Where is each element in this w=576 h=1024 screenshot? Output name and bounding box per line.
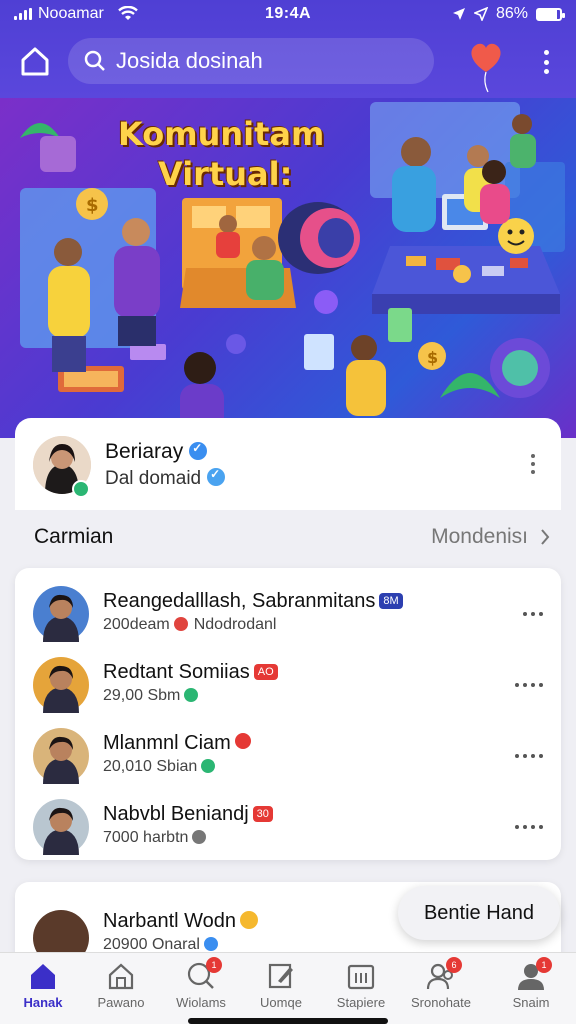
notification-badge: 6 [446, 957, 462, 973]
navigation-icon [473, 7, 488, 21]
more-horizontal-icon[interactable] [523, 612, 543, 616]
notification-badge: 1 [206, 957, 222, 973]
avatar[interactable] [33, 586, 89, 642]
profile-card[interactable]: Beriaray Dal domaid [15, 418, 561, 510]
person-avatar-icon [43, 736, 79, 784]
tab-home[interactable]: Hanak [2, 959, 84, 1019]
status-bar: Nooamar 19:4A 86% [0, 0, 576, 28]
verified-icon [203, 937, 218, 951]
tab-search-chat[interactable]: 1 Wiolams [160, 957, 242, 1019]
tab-label: Wiolams [176, 995, 226, 1010]
top-header: Nooamar 19:4A 86% Josida dosinah [0, 0, 576, 98]
verified-icon [189, 441, 208, 460]
tab-label: Snaim [512, 995, 550, 1010]
status-badge: 8M [379, 593, 403, 609]
tab-label: Stapiere [336, 995, 386, 1010]
tab-house-outline[interactable]: Pawano [80, 959, 162, 1019]
svg-text:$: $ [86, 195, 99, 216]
online-badge [72, 480, 90, 498]
battery-percent: 86% [495, 5, 528, 22]
list-item-subtitle: 7000 harbtn [103, 829, 207, 847]
list-item-subtitle: 20,010 Sbian [103, 758, 216, 776]
check-badge-icon [192, 830, 207, 844]
hero-title-line1: Komunitam [118, 115, 325, 153]
notification-badge: 1 [536, 957, 552, 973]
tab-label: Uomqe [260, 995, 302, 1010]
list-item-title: Mlanmnl Ciam [103, 732, 251, 755]
bottom-tab-bar: Hanak Pawano 1 Wiolams Uomqe Stapiere 6 Sronoha… [0, 952, 576, 1024]
person-avatar-icon [43, 665, 79, 713]
home-icon[interactable] [18, 44, 52, 78]
list-item-subtitle: 200deam Ndodrodanl [103, 616, 277, 633]
heart-balloon-icon[interactable] [466, 38, 506, 94]
svg-text:$: $ [427, 348, 438, 367]
more-horizontal-icon[interactable] [515, 825, 543, 829]
home-indicator [188, 1018, 388, 1024]
list-item-title: Reangedalllash, Sabranmitans 8M [103, 590, 403, 613]
check-badge-icon [184, 688, 199, 702]
more-vertical-icon[interactable] [531, 454, 537, 474]
avatar[interactable] [33, 728, 89, 784]
more-vertical-icon[interactable] [540, 50, 552, 74]
emoji-icon [240, 911, 259, 929]
profile-icon: 1 [516, 957, 552, 991]
tab-label: Sronohate [411, 995, 471, 1010]
check-badge-icon [201, 759, 216, 773]
tab-label: Hanak [23, 995, 63, 1010]
calendar-icon [346, 961, 376, 991]
status-badge [234, 733, 251, 749]
search-icon [84, 50, 105, 71]
person-avatar-icon [43, 807, 79, 855]
list-item-title: Redtant Somiias AO [103, 661, 278, 684]
list-item[interactable]: Mlanmnl Ciam 20,010 Sbian [15, 714, 561, 785]
tab-profile[interactable]: 1 Snaim [490, 957, 572, 1019]
tab-label: Pawano [97, 995, 145, 1010]
search-input[interactable]: Josida dosinah [68, 38, 434, 84]
member-list: Reangedalllash, Sabranmitans 8M 200deam Ndo… [15, 568, 561, 860]
search-text: Josida dosinah [116, 48, 263, 73]
tab-edit[interactable]: Uomqe [240, 959, 322, 1019]
flower-icon [173, 617, 188, 631]
section-link[interactable]: Mondenisı [431, 525, 550, 549]
profile-subtitle: Dal domaid [105, 467, 226, 490]
status-badge: 30 [252, 806, 273, 822]
hero-title-line2: Virtual: [158, 155, 293, 193]
chevron-right-icon [541, 529, 550, 545]
house-outline-icon [106, 961, 136, 991]
avatar[interactable] [33, 799, 89, 855]
home-icon [28, 961, 58, 991]
list-item[interactable]: Redtant Somiias AO 29,00 Sbm [15, 643, 561, 714]
status-badge: AO [253, 664, 278, 680]
list-item[interactable]: Nabvbl Beniandj 30 7000 harbtn [15, 785, 561, 856]
tab-people[interactable]: 6 Sronohate [400, 957, 482, 1019]
more-horizontal-icon[interactable] [515, 754, 543, 758]
signal-icon [14, 8, 32, 20]
more-horizontal-icon[interactable] [515, 683, 543, 687]
hero-title: Komunitam Virtual: [118, 114, 324, 194]
battery-icon [536, 7, 565, 21]
tab-calendar[interactable]: Stapiere [320, 959, 402, 1019]
verified-icon-2 [207, 467, 226, 486]
list-item-subtitle: 29,00 Sbm [103, 687, 199, 705]
list-item-meta: Ndodrodanl [193, 616, 277, 633]
section-header: Carmian Mondenisı [34, 522, 550, 552]
profile-name: Beriaray [105, 440, 208, 464]
search-chat-icon: 1 [186, 957, 222, 991]
wifi-icon [117, 6, 138, 20]
clock: 19:4A [264, 5, 312, 22]
edit-icon [266, 961, 296, 991]
people-icon: 6 [426, 957, 462, 991]
floating-action-button[interactable]: Bentie Hand [398, 886, 560, 940]
section-title: Carmian [34, 525, 114, 548]
list-item[interactable]: Reangedalllash, Sabranmitans 8M 200deam Ndo… [15, 572, 561, 643]
section-link-label: Mondenisı [431, 525, 528, 548]
list-item-title: Narbantl Wodn [103, 910, 259, 933]
carrier-name: Nooamar [38, 5, 104, 22]
avatar[interactable] [33, 657, 89, 713]
hero-banner: $ $ Komunitam Virtual: [0, 98, 576, 438]
list-item-title: Nabvbl Beniandj 30 [103, 803, 273, 826]
location-icon [452, 8, 465, 20]
person-avatar-icon [43, 594, 79, 642]
